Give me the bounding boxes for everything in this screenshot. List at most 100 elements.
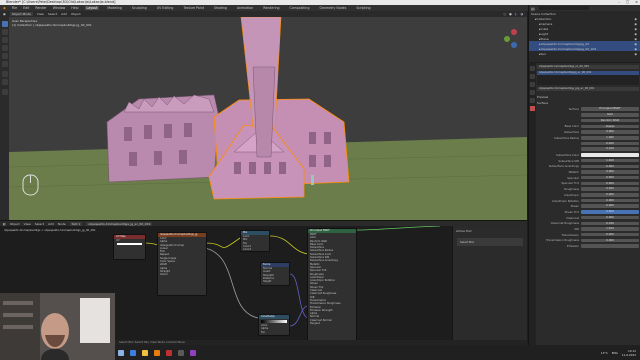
output-tab-icon[interactable]	[530, 82, 535, 87]
material-shading-icon[interactable]: ◐	[515, 12, 518, 16]
node-menu-select[interactable]: Select	[35, 222, 44, 226]
shader-property-value[interactable]: objeqs	[581, 124, 639, 129]
shader-property-value[interactable]: 0.000	[581, 170, 639, 174]
workspace-tab-modeling[interactable]: Modeling	[105, 6, 124, 10]
shader-property-value[interactable]	[581, 153, 639, 157]
bump-node-socket[interactable]: Height	[261, 280, 289, 283]
outliner-filter-icon[interactable]: ▤	[531, 6, 535, 11]
ramp-node-socket[interactable]: Fac	[259, 331, 289, 334]
image-node-socket[interactable]: Vector	[158, 273, 206, 276]
shader-property-value[interactable]: 0.200	[581, 141, 639, 146]
viewport-menu-object[interactable]: Object	[71, 12, 81, 16]
workspace-tab-sculpting[interactable]: Sculpting	[130, 6, 149, 10]
language-indicator[interactable]: ENG	[612, 351, 618, 355]
principled-bsdf-node[interactable]: Principled BSDF BSDF GGX Random Walk Base C…	[307, 228, 357, 343]
shader-property-value[interactable]: 0.000	[581, 238, 639, 243]
scale-tool-icon[interactable]	[1, 53, 8, 59]
outliner-item[interactable]: ▸ Sun ◉	[529, 51, 640, 56]
workspace-tab-scripting[interactable]: Scripting	[354, 6, 372, 10]
annotate-tool-icon[interactable]	[1, 71, 8, 77]
shader-property-value[interactable]: 0.030	[581, 221, 639, 226]
shader-property-value[interactable]: 1.400	[581, 158, 639, 163]
node-menu-object[interactable]: Object	[10, 222, 20, 226]
select-box-tool-icon[interactable]	[1, 21, 8, 27]
visibility-eye-icon[interactable]: ◉	[634, 42, 640, 46]
material-tab-icon[interactable]	[530, 106, 535, 111]
chrome-icon[interactable]	[118, 349, 124, 356]
menu-help[interactable]: Help	[71, 6, 78, 10]
node-editor-type-icon[interactable]: ◧	[3, 222, 6, 226]
visibility-eye-icon[interactable]: ◉	[634, 47, 640, 51]
shader-property-value[interactable]: 0.100	[581, 147, 639, 151]
mix-node[interactable]: Mix Color Mix Fac Color1 Color2	[240, 230, 270, 252]
rendered-shading-icon[interactable]: ◑	[520, 12, 523, 16]
shader-property-value[interactable]: 0.000	[581, 181, 639, 186]
image-texture-node[interactable]: objeqsekto-hinmepbuildigs_jg Color Alpha o…	[157, 232, 207, 296]
visibility-eye-icon[interactable]: ◉	[634, 27, 640, 31]
file-explorer-icon[interactable]	[142, 349, 148, 356]
tool-tab-icon[interactable]	[530, 66, 535, 71]
preview-section-header[interactable]: Preview	[537, 95, 548, 99]
settings-icon[interactable]	[178, 349, 184, 356]
object-name-field[interactable]: objeqsekto-hinmepbuildigs_sc_00_001	[537, 65, 639, 69]
workspace-tab-shading[interactable]: Shading	[212, 6, 229, 10]
visibility-eye-icon[interactable]: ◉	[634, 32, 640, 36]
visibility-eye-icon[interactable]: ◉	[634, 22, 640, 26]
shader-property-value[interactable]: 0.000	[581, 164, 639, 169]
wireframe-shading-icon[interactable]: ○	[504, 12, 507, 16]
modifier-tab-icon[interactable]	[530, 98, 535, 103]
workspace-tab-geometry-nodes[interactable]: Geometry Nodes	[317, 6, 348, 10]
transform-tool-icon[interactable]	[1, 61, 8, 67]
uv-map-node[interactable]: UV Map UV	[113, 234, 146, 260]
outliner-search-input[interactable]	[538, 6, 589, 10]
color-ramp-gradient[interactable]	[261, 320, 287, 323]
workspace-tab-rendering[interactable]: Rendering	[261, 6, 281, 10]
shader-property-value[interactable]: 0.000	[581, 215, 639, 220]
weather-label[interactable]: 13°C	[601, 351, 608, 355]
shader-property-value[interactable]: 1.450	[581, 227, 639, 231]
menu-render[interactable]: Render	[35, 6, 46, 10]
shader-property-value[interactable]: GGX	[581, 113, 639, 117]
viewport-scene[interactable]	[9, 17, 527, 220]
blender-logo-icon[interactable]: ◉	[3, 6, 6, 10]
workspace-tab-compositing[interactable]: Compositing	[288, 6, 312, 10]
clock[interactable]: 10:12 11.6.2022	[622, 349, 636, 357]
cursor-tool-icon[interactable]	[1, 29, 8, 35]
menu-file[interactable]: File	[12, 6, 17, 10]
visibility-eye-icon[interactable]: ◉	[634, 52, 640, 56]
visibility-eye-icon[interactable]: ◉	[634, 17, 640, 21]
visibility-eye-icon[interactable]: ◉	[634, 37, 640, 41]
editor-type-icon[interactable]: ▣	[3, 12, 6, 16]
blender-taskbar-icon[interactable]	[154, 349, 160, 356]
workspace-tab-texture-paint[interactable]: Texture Paint	[181, 6, 206, 10]
object-tab-icon[interactable]	[530, 90, 535, 95]
menu-edit[interactable]: Edit	[23, 6, 29, 10]
move-tool-icon[interactable]	[1, 37, 8, 43]
solid-shading-icon[interactable]: ●	[509, 12, 512, 16]
node-slot-selector[interactable]: Slot 1	[69, 221, 83, 226]
obs-icon[interactable]	[166, 349, 172, 356]
node-menu-view[interactable]: View	[24, 222, 31, 226]
rotate-tool-icon[interactable]	[1, 45, 8, 51]
select-box-tool-button[interactable]: Select Box	[457, 238, 523, 246]
app-icon[interactable]	[190, 349, 196, 356]
workspace-tab-animation[interactable]: Animation	[235, 6, 255, 10]
surface-section-header[interactable]: Surface	[537, 101, 548, 105]
shader-property-value[interactable]: 0.000	[581, 193, 639, 197]
material-slot-item[interactable]: objeqsekto-hinmepbuildigsjg_sc_00_001	[537, 71, 639, 75]
surface-shader-selector[interactable]: Principled BSDF	[581, 107, 639, 111]
shader-property-value[interactable]: Random Walk	[581, 118, 639, 123]
viewport-menu-select[interactable]: Select	[48, 12, 57, 16]
menu-window[interactable]: Window	[53, 6, 66, 10]
shader-property-value[interactable]: 0.000	[581, 198, 639, 203]
mode-selector[interactable]: Object Mode	[9, 12, 33, 16]
shader-property-value[interactable]: 0.000	[581, 204, 639, 208]
mix-node-socket[interactable]: Color2	[241, 248, 269, 251]
viewport-menu-view[interactable]: View	[37, 12, 44, 16]
shader-property-value[interactable]: 0.500	[581, 175, 639, 180]
shader-property-value[interactable]: 1.000	[581, 136, 639, 140]
shader-property-value[interactable]	[581, 244, 639, 248]
active-tool-header[interactable]: Active Tool	[453, 226, 527, 236]
3d-viewport[interactable]: User Perspective (1) Collection | objeqs…	[9, 17, 527, 220]
bump-node[interactable]: Bump Normal Invert Strength Distance Height	[260, 262, 290, 286]
